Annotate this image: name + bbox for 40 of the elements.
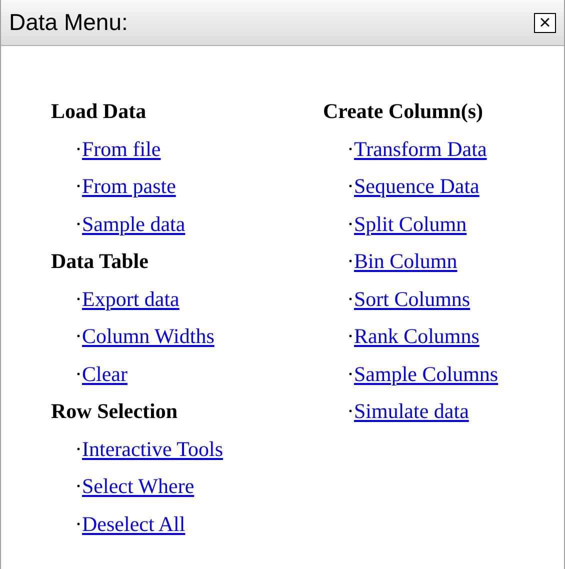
section-heading: Create Column(s) xyxy=(323,98,484,125)
bullet: · xyxy=(75,436,82,462)
menu-link[interactable]: Sequence Data xyxy=(354,168,480,206)
bullet: · xyxy=(75,210,82,238)
bullet: · xyxy=(75,360,82,388)
bullet: · xyxy=(347,136,354,162)
menu-link[interactable]: Interactive Tools xyxy=(82,430,224,468)
bullet: · xyxy=(75,323,82,350)
section-heading: Load Data xyxy=(51,98,146,125)
menu-link[interactable]: Transform Data xyxy=(354,130,487,168)
bullet: · xyxy=(75,173,82,200)
bullet: · xyxy=(347,398,354,425)
menu-link[interactable]: Simulate data xyxy=(354,393,469,430)
menu-link[interactable]: From paste xyxy=(82,168,176,206)
bullet: · xyxy=(347,360,354,388)
menu-link[interactable]: Clear xyxy=(82,356,128,393)
bullet: · xyxy=(347,248,354,275)
bullet: · xyxy=(75,473,82,500)
bullet: · xyxy=(75,136,82,162)
close-button[interactable]: × xyxy=(534,12,556,32)
menu-link[interactable]: Select Where xyxy=(82,468,194,506)
section-heading: Data Table xyxy=(51,248,148,275)
bullet: · xyxy=(75,286,82,312)
bullet: · xyxy=(347,173,354,200)
bullet: · xyxy=(75,510,82,538)
menu-link[interactable]: Sort Columns xyxy=(354,280,470,318)
menu-link[interactable]: Bin Column xyxy=(354,243,458,280)
menu-link[interactable]: Deselect All xyxy=(82,506,186,543)
menu-link[interactable]: Sample Columns xyxy=(354,356,498,393)
bullet: · xyxy=(347,286,354,312)
menu-link[interactable]: Rank Columns xyxy=(354,318,480,356)
menu-link[interactable]: Column Widths xyxy=(82,318,214,356)
menu-link[interactable]: Split Column xyxy=(354,206,467,243)
bullet: · xyxy=(347,323,354,350)
menu-link[interactable]: From file xyxy=(82,130,161,168)
section-heading: Row Selection xyxy=(51,398,178,425)
window-title: Data Menu: xyxy=(9,8,128,38)
menu-link[interactable]: Sample data xyxy=(82,206,186,243)
menu-link[interactable]: Export data xyxy=(82,280,180,318)
bullet: · xyxy=(347,210,354,238)
